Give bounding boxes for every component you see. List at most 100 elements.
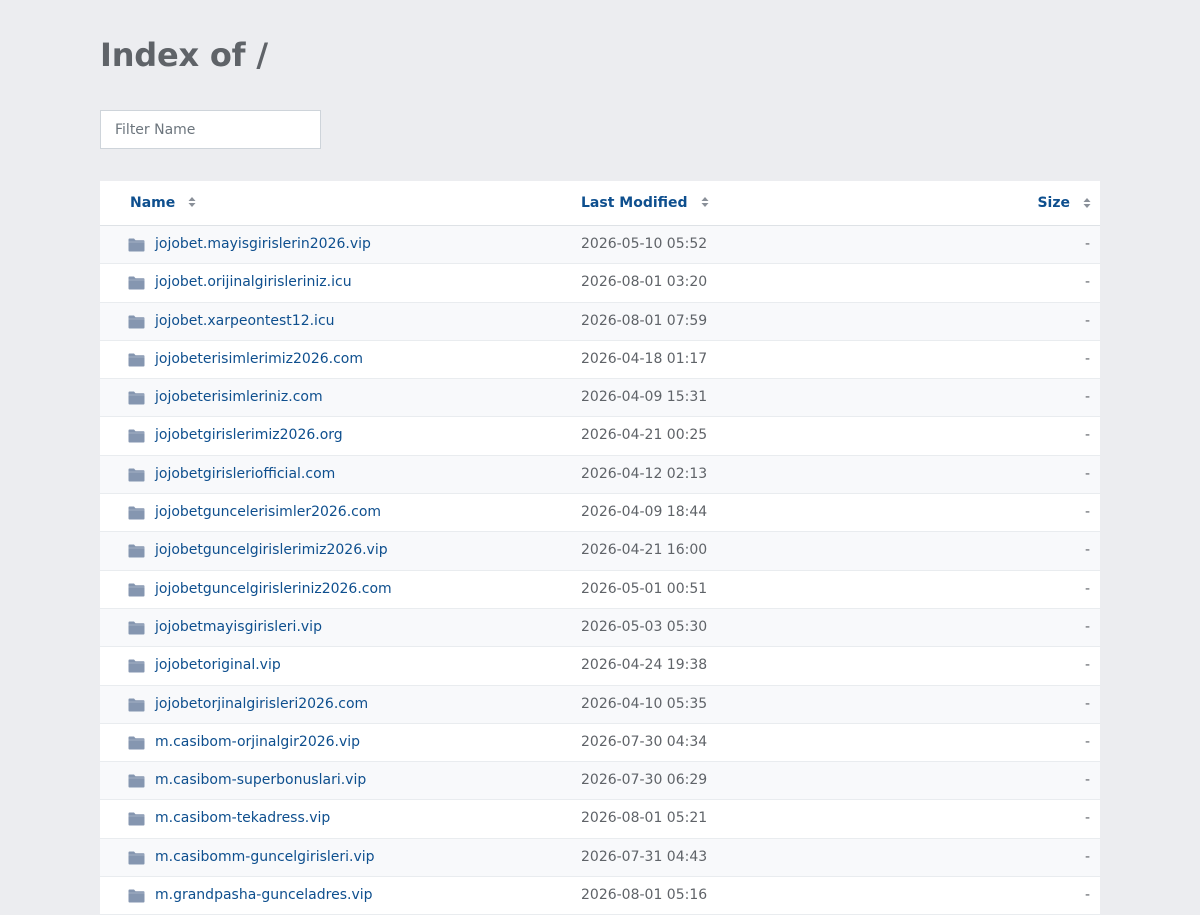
table-row: jojobetguncelgirislerimiz2026.vip 2026-04… <box>100 532 1100 571</box>
folder-icon <box>128 468 145 482</box>
size-cell: - <box>1084 312 1090 329</box>
last-modified-cell: 2026-08-01 03:20 <box>581 274 708 291</box>
table-row: jojobetguncelgirisleriniz2026.com 2026-05… <box>100 570 1100 609</box>
folder-link[interactable]: jojobetgirisleriofficial.com <box>155 456 335 493</box>
table-row: jojobet.orijinalgirisleriniz.icu 2026-08-… <box>100 264 1100 303</box>
filter-name-input[interactable] <box>100 110 321 149</box>
size-cell: - <box>1084 236 1090 252</box>
size-cell: - <box>1084 389 1090 406</box>
table-row: m.casibom-superbonuslari.vip 2026-07-30 0… <box>100 762 1100 801</box>
page-title: Index of / <box>100 36 268 74</box>
folder-link[interactable]: jojobeterisimleriniz.com <box>155 379 323 416</box>
folder-icon <box>128 583 145 597</box>
folder-link[interactable]: jojobetguncelgirisleriniz2026.com <box>155 571 392 608</box>
size-cell: - <box>1084 695 1090 712</box>
table-row: jojobet.mayisgirislerin2026.vip 2026-05-1… <box>100 226 1100 265</box>
folder-icon <box>128 429 145 443</box>
table-row: jojobeterisimlerimiz2026.com 2026-04-18 0… <box>100 340 1100 380</box>
size-cell: - <box>1084 772 1090 789</box>
folder-link[interactable]: jojobetoriginal.vip <box>155 647 281 684</box>
table-header: Name Last Modified Size <box>100 181 1100 226</box>
size-cell: - <box>1084 887 1090 904</box>
table-row: m.grandpasha-gunceladres.vip 2026-08-01 0… <box>100 877 1100 915</box>
last-modified-cell: 2026-04-09 18:44 <box>581 504 708 521</box>
folder-link[interactable]: jojobetguncelerisimler2026.com <box>155 494 381 531</box>
folder-icon <box>128 238 145 252</box>
table-row: jojobetgirisleriofficial.com 2026-04-12 0… <box>100 455 1100 495</box>
file-table: Name Last Modified Size jojobet.mayisgir… <box>100 181 1100 915</box>
sort-icon <box>1083 198 1091 208</box>
size-cell: - <box>1084 465 1090 482</box>
last-modified-cell: 2026-04-21 00:25 <box>581 427 708 444</box>
table-row: jojobetgirislerimiz2026.org 2026-04-21 00… <box>100 417 1100 456</box>
folder-icon <box>128 774 145 788</box>
table-row: m.casibom-orjinalgir2026.vip 2026-07-30 0… <box>100 723 1100 763</box>
sort-by-modified-header[interactable]: Last Modified <box>581 181 710 225</box>
last-modified-cell: 2026-04-12 02:13 <box>581 465 708 482</box>
folder-link[interactable]: jojobetguncelgirislerimiz2026.vip <box>155 532 388 569</box>
last-modified-cell: 2026-04-24 19:38 <box>581 657 708 674</box>
size-header-label: Size <box>1037 195 1070 211</box>
folder-icon <box>128 391 145 405</box>
last-modified-cell: 2026-07-31 04:43 <box>581 848 708 865</box>
table-row: jojobetmayisgirisleri.vip 2026-05-03 05:3… <box>100 608 1100 648</box>
folder-link[interactable]: jojobeterisimlerimiz2026.com <box>155 341 363 378</box>
last-modified-cell: 2026-07-30 04:34 <box>581 733 708 750</box>
table-row: jojobeterisimleriniz.com 2026-04-09 15:31… <box>100 379 1100 418</box>
folder-link[interactable]: jojobetorjinalgirisleri2026.com <box>155 686 368 723</box>
size-cell: - <box>1084 733 1090 750</box>
last-modified-cell: 2026-05-03 05:30 <box>581 618 708 635</box>
folder-link[interactable]: jojobet.mayisgirislerin2026.vip <box>155 226 371 263</box>
folder-icon <box>128 698 145 712</box>
folder-icon <box>128 506 145 520</box>
sort-icon <box>188 197 196 207</box>
table-row: m.casibom-tekadress.vip 2026-08-01 05:21 - <box>100 800 1100 839</box>
last-modified-cell: 2026-04-18 01:17 <box>581 350 708 367</box>
sort-by-name-header[interactable]: Name <box>130 181 197 225</box>
last-modified-cell: 2026-08-01 05:21 <box>581 810 708 827</box>
folder-link[interactable]: jojobet.xarpeontest12.icu <box>155 303 335 340</box>
modified-header-label: Last Modified <box>581 195 688 211</box>
folder-link[interactable]: jojobetmayisgirisleri.vip <box>155 609 322 646</box>
folder-icon <box>128 315 145 329</box>
folder-icon <box>128 659 145 673</box>
folder-link[interactable]: m.casibom-superbonuslari.vip <box>155 762 366 799</box>
size-cell: - <box>1084 350 1090 367</box>
last-modified-cell: 2026-04-10 05:35 <box>581 695 708 712</box>
folder-link[interactable]: m.casibom-tekadress.vip <box>155 800 330 837</box>
size-cell: - <box>1084 274 1090 291</box>
table-row: jojobetguncelerisimler2026.com 2026-04-09… <box>100 494 1100 533</box>
last-modified-cell: 2026-04-09 15:31 <box>581 389 708 406</box>
folder-icon <box>128 544 145 558</box>
folder-link[interactable]: m.casibom-orjinalgir2026.vip <box>155 724 360 761</box>
name-header-label: Name <box>130 195 176 211</box>
last-modified-cell: 2026-05-01 00:51 <box>581 580 708 597</box>
folder-link[interactable]: jojobetgirislerimiz2026.org <box>155 417 343 454</box>
sort-by-size-header[interactable]: Size <box>1037 181 1091 225</box>
size-cell: - <box>1084 427 1090 444</box>
last-modified-cell: 2026-07-30 06:29 <box>581 772 708 789</box>
folder-icon <box>128 276 145 290</box>
size-cell: - <box>1084 618 1090 635</box>
folder-icon <box>128 736 145 750</box>
size-cell: - <box>1084 504 1090 521</box>
folder-icon <box>128 353 145 367</box>
last-modified-cell: 2026-08-01 07:59 <box>581 312 708 329</box>
folder-link[interactable]: jojobet.orijinalgirisleriniz.icu <box>155 264 352 301</box>
table-row: m.casibomm-guncelgirisleri.vip 2026-07-31… <box>100 838 1100 878</box>
folder-link[interactable]: m.casibomm-guncelgirisleri.vip <box>155 839 375 876</box>
last-modified-cell: 2026-04-21 16:00 <box>581 542 708 559</box>
size-cell: - <box>1084 580 1090 597</box>
sort-icon <box>701 197 709 207</box>
size-cell: - <box>1084 810 1090 827</box>
last-modified-cell: 2026-08-01 05:16 <box>581 887 708 904</box>
last-modified-cell: 2026-05-10 05:52 <box>581 236 708 252</box>
folder-link[interactable]: m.grandpasha-gunceladres.vip <box>155 877 373 914</box>
folder-icon <box>128 889 145 903</box>
folder-icon <box>128 851 145 865</box>
size-cell: - <box>1084 848 1090 865</box>
table-row: jojobetorjinalgirisleri2026.com 2026-04-1… <box>100 685 1100 724</box>
folder-icon <box>128 621 145 635</box>
table-body: jojobet.mayisgirislerin2026.vip 2026-05-1… <box>100 226 1100 915</box>
size-cell: - <box>1084 657 1090 674</box>
